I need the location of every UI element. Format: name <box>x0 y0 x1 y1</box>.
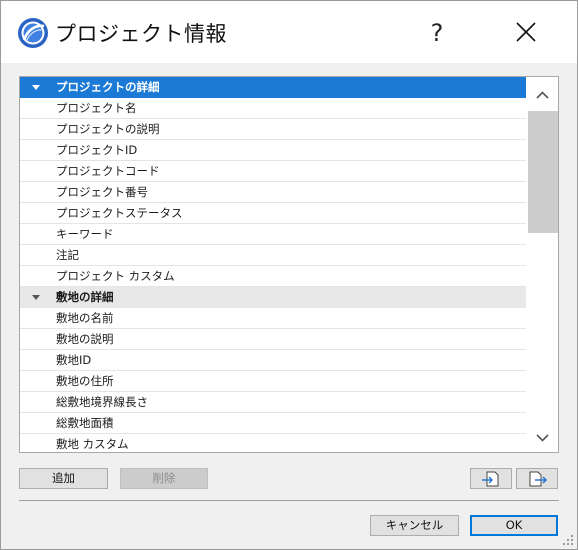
expand-arrow-icon[interactable] <box>32 295 40 300</box>
group-label: プロジェクトの詳細 <box>56 80 160 94</box>
import-button[interactable] <box>470 468 512 489</box>
list-item[interactable]: 注記 <box>20 245 526 266</box>
close-icon[interactable] <box>501 11 551 55</box>
list-item-label: 注記 <box>56 248 79 262</box>
list-item-label: 敷地ID <box>56 353 92 367</box>
export-icon <box>529 471 547 487</box>
list-item-label: 敷地の説明 <box>56 332 114 346</box>
list-item-label: プロジェクトID <box>56 143 138 157</box>
list-item[interactable]: プロジェクトステータス <box>20 203 526 224</box>
list-item-label: プロジェクトの説明 <box>56 122 160 136</box>
list-item[interactable]: 敷地ID <box>20 350 526 371</box>
list-item[interactable]: 敷地の住所 <box>20 371 526 392</box>
group-row[interactable]: 敷地の詳細 <box>20 287 526 308</box>
window-title: プロジェクト情報 <box>55 22 227 46</box>
cancel-button[interactable]: キャンセル <box>370 515 459 536</box>
list-item[interactable]: キーワード <box>20 224 526 245</box>
export-button[interactable] <box>516 468 558 489</box>
expand-arrow-icon[interactable] <box>32 85 40 90</box>
resize-grip-icon[interactable] <box>561 533 575 547</box>
list-item[interactable]: 総敷地境界線長さ <box>20 392 526 413</box>
list-item[interactable]: 総敷地面積 <box>20 413 526 434</box>
ok-button[interactable]: OK <box>470 515 558 536</box>
list-item[interactable]: プロジェクトコード <box>20 161 526 182</box>
list-item-label: プロジェクト番号 <box>56 185 148 199</box>
footer-divider <box>19 500 559 501</box>
list-item[interactable]: プロジェクト番号 <box>20 182 526 203</box>
list-item-label: プロジェクト名 <box>56 101 137 115</box>
title-bar: プロジェクト情報 ? <box>1 1 577 63</box>
info-list: プロジェクトの詳細 プロジェクト名プロジェクトの説明 プロジェクトID プロジェクトコ… <box>20 77 526 452</box>
list-item-label: プロジェクト カスタム <box>56 269 175 283</box>
info-list-box: プロジェクトの詳細 プロジェクト名プロジェクトの説明 プロジェクトID プロジェクトコ… <box>19 76 559 453</box>
vertical-scrollbar[interactable] <box>527 77 558 452</box>
help-button[interactable]: ? <box>415 11 459 55</box>
list-item-label: 総敷地境界線長さ <box>56 395 148 409</box>
import-icon <box>482 471 499 487</box>
scroll-down-icon[interactable] <box>527 425 558 451</box>
list-item-label: プロジェクトコード <box>56 164 160 178</box>
add-button[interactable]: 追加 <box>19 468 108 489</box>
list-item[interactable]: プロジェクトの説明 <box>20 119 526 140</box>
list-item-label: 総敷地面積 <box>56 416 114 430</box>
list-item-label: 敷地の名前 <box>56 311 114 325</box>
list-item[interactable]: 敷地の説明 <box>20 329 526 350</box>
scroll-thumb[interactable] <box>528 111 558 233</box>
group-label: 敷地の詳細 <box>56 290 114 304</box>
archicad-logo-icon <box>18 18 48 48</box>
list-item[interactable]: 敷地の名前 <box>20 308 526 329</box>
list-item[interactable]: 敷地 カスタム <box>20 434 526 452</box>
group-row[interactable]: プロジェクトの詳細 <box>20 77 526 98</box>
scroll-up-icon[interactable] <box>527 82 558 108</box>
list-item-label: プロジェクトステータス <box>56 206 183 220</box>
list-item-label: キーワード <box>56 227 114 241</box>
project-info-dialog: プロジェクト情報 ? プロジェクトの詳細 プロジェクト名 プロジェクトの説明 プロジェ… <box>0 0 578 550</box>
delete-button[interactable]: 削除 <box>120 468 208 489</box>
list-item-label: 敷地 カスタム <box>56 437 129 451</box>
list-item[interactable]: プロジェクトID <box>20 140 526 161</box>
list-item-label: 敷地の住所 <box>56 374 114 388</box>
list-item[interactable]: プロジェクト カスタム <box>20 266 526 287</box>
list-item[interactable]: プロジェクト名 <box>20 98 526 119</box>
